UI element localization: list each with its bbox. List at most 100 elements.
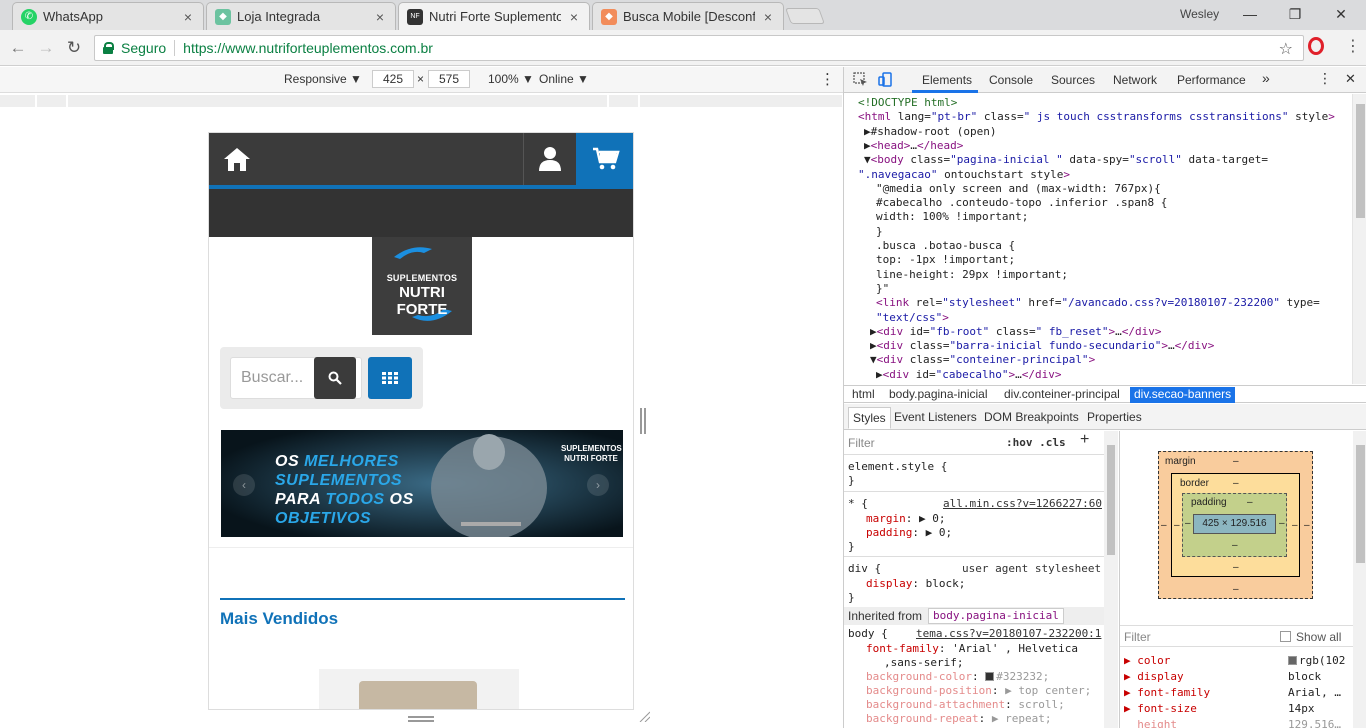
tab-network[interactable]: Network [1113, 73, 1157, 87]
breadcrumb-secao-banners[interactable]: div.secao-banners [1130, 387, 1236, 403]
close-icon[interactable]: × [181, 9, 195, 25]
box-model-value[interactable]: – [1232, 540, 1238, 551]
dom-node-line[interactable]: <link rel="stylesheet" href="/avancado.c… [876, 296, 1320, 310]
profile-name[interactable]: Wesley [1180, 7, 1219, 21]
show-all-checkbox[interactable] [1280, 631, 1291, 642]
network-throttle-select[interactable]: Online ▼ [539, 72, 589, 86]
address-bar[interactable]: Seguro https://www.nutriforteuplementos.… [94, 35, 1304, 61]
css-property[interactable]: background-repeat [866, 712, 979, 725]
resize-handle-bottom[interactable] [408, 716, 434, 722]
device-mode-select[interactable]: Responsive ▼ [284, 72, 362, 86]
dom-node-line[interactable]: top: -1px !important; [876, 253, 1015, 267]
dom-node-line[interactable]: ▶<head>…</head> [864, 139, 963, 153]
box-model-value[interactable]: – [1279, 518, 1285, 529]
css-declaration[interactable]: background-position: ▶ top center; [866, 684, 1091, 698]
tab-nutri-forte[interactable]: NF Nutri Forte Suplementos × [398, 2, 590, 30]
box-model-value[interactable]: – [1174, 520, 1180, 531]
css-property[interactable]: font-family [866, 642, 939, 655]
computed-row-color[interactable]: ▶ color rgb(102 [1120, 653, 1353, 669]
dom-node-line[interactable]: line-height: 29px !important; [876, 268, 1068, 282]
reload-icon[interactable]: ↻ [64, 38, 84, 58]
box-model-value[interactable]: – [1161, 520, 1167, 531]
box-model-value[interactable]: – [1233, 456, 1239, 467]
lock-icon[interactable] [103, 42, 114, 54]
styles-filter-input[interactable]: Filter [848, 436, 875, 450]
close-icon[interactable]: × [567, 9, 581, 25]
dom-tree-scrollbar[interactable] [1352, 94, 1366, 384]
ruler-segment[interactable] [609, 95, 639, 107]
banner-next-button[interactable]: › [587, 474, 609, 496]
css-property[interactable]: background-position [866, 684, 992, 697]
css-value[interactable]: ▶ repeat; [992, 712, 1052, 725]
new-tab-button[interactable] [785, 8, 825, 24]
scrollbar-thumb[interactable] [1356, 104, 1365, 218]
more-tabs-icon[interactable]: » [1262, 70, 1270, 86]
bookmark-star-icon[interactable]: ☆ [1279, 39, 1293, 59]
computed-row-height[interactable]: height 129.516… [1120, 717, 1353, 728]
forward-icon[interactable]: → [36, 38, 56, 58]
rule-selector[interactable]: div { [848, 562, 881, 576]
device-toolbar-toggle-icon[interactable] [878, 72, 893, 87]
minimize-icon[interactable]: — [1238, 4, 1262, 24]
tab-whatsapp[interactable]: ✆ WhatsApp × [12, 2, 204, 30]
computed-row-font-family[interactable]: ▶ font-family Arial, … [1120, 685, 1353, 701]
categories-button[interactable] [368, 357, 412, 399]
ruler-segment[interactable] [37, 95, 67, 107]
cart-button[interactable] [576, 133, 633, 185]
dom-node-line[interactable]: } [876, 225, 883, 239]
site-logo[interactable]: SUPLEMENTOS NUTRI FORTE [372, 237, 472, 335]
viewport-height-input[interactable] [428, 70, 470, 88]
zoom-select[interactable]: 100% ▼ [488, 72, 534, 86]
search-button[interactable] [314, 357, 356, 399]
tab-performance[interactable]: Performance [1177, 73, 1246, 87]
box-model-value[interactable]: – [1233, 584, 1239, 595]
window-close-icon[interactable]: ✕ [1329, 4, 1353, 24]
media-query-ruler[interactable] [0, 93, 843, 109]
box-model-value[interactable]: – [1233, 562, 1239, 573]
url-text[interactable]: https://www.nutriforteuplementos.com.br [183, 40, 433, 56]
home-icon[interactable] [223, 146, 251, 172]
chrome-menu-icon[interactable]: ⋮ [1345, 36, 1361, 56]
box-model-value[interactable]: – [1233, 478, 1239, 489]
css-value[interactable]: block; [926, 577, 966, 590]
box-model-border[interactable]: border – – – – padding – – – – 425 × 129… [1171, 473, 1300, 577]
close-icon[interactable]: × [761, 9, 775, 25]
dom-node-line[interactable]: width: 100% !important; [876, 210, 1028, 224]
restore-icon[interactable]: ❐ [1283, 4, 1307, 24]
css-property[interactable]: margin [866, 512, 906, 525]
ruler-segment[interactable] [0, 95, 36, 107]
rule-selector[interactable]: element.style { [848, 460, 947, 474]
dom-node-line[interactable]: #cabecalho .conteudo-topo .inferior .spa… [876, 196, 1167, 210]
resize-handle-right[interactable] [640, 408, 646, 434]
dom-node-line[interactable]: <!DOCTYPE html> [858, 96, 957, 110]
viewport-width-input[interactable] [372, 70, 414, 88]
css-value[interactable]: ▶ top center; [1005, 684, 1091, 697]
tab-styles[interactable]: Styles [848, 407, 891, 429]
devtools-menu-icon[interactable]: ⋮ [1318, 70, 1332, 87]
computed-filter-input[interactable]: Filter [1124, 630, 1151, 644]
styles-scrollbar[interactable] [1104, 431, 1118, 728]
computed-row-display[interactable]: ▶ display block [1120, 669, 1353, 685]
css-value[interactable]: scroll; [1018, 698, 1064, 711]
box-model-value[interactable]: – [1292, 520, 1298, 531]
product-card[interactable] [319, 669, 519, 709]
dom-node-line[interactable]: .busca .botao-busca { [876, 239, 1015, 253]
inherited-element-link[interactable]: body.pagina-inicial [928, 608, 1064, 624]
color-swatch[interactable] [1288, 656, 1297, 665]
hero-banner[interactable]: OS MELHORES SUPLEMENTOS PARA TODOS OS OB… [221, 430, 623, 537]
tab-busca-mobile[interactable]: ◆ Busca Mobile [Desconfig × [592, 2, 784, 30]
dom-node-line[interactable]: <html lang="pt-br" class=" js touch csst… [858, 110, 1335, 124]
hov-cls-toggle[interactable]: :hov .cls [1006, 436, 1066, 450]
rule-source-link[interactable]: all.min.css?v=1266227:60 [943, 497, 1102, 511]
css-declaration[interactable]: background-attachment: scroll; [866, 698, 1065, 712]
css-property[interactable]: padding [866, 526, 912, 539]
opera-extension-icon[interactable] [1308, 37, 1324, 55]
product-image[interactable] [359, 681, 477, 709]
dom-node-line[interactable]: ▶<div class="barra-inicial fundo-secunda… [870, 339, 1214, 353]
box-model-value[interactable]: – [1304, 520, 1310, 531]
device-toolbar-menu-icon[interactable]: ⋮ [820, 70, 835, 88]
tab-elements[interactable]: Elements [922, 73, 972, 87]
box-model-margin[interactable]: margin – – – – border – – – – padding – … [1158, 451, 1313, 599]
tab-sources[interactable]: Sources [1051, 73, 1095, 87]
dom-node-line[interactable]: "text/css"> [876, 311, 949, 325]
